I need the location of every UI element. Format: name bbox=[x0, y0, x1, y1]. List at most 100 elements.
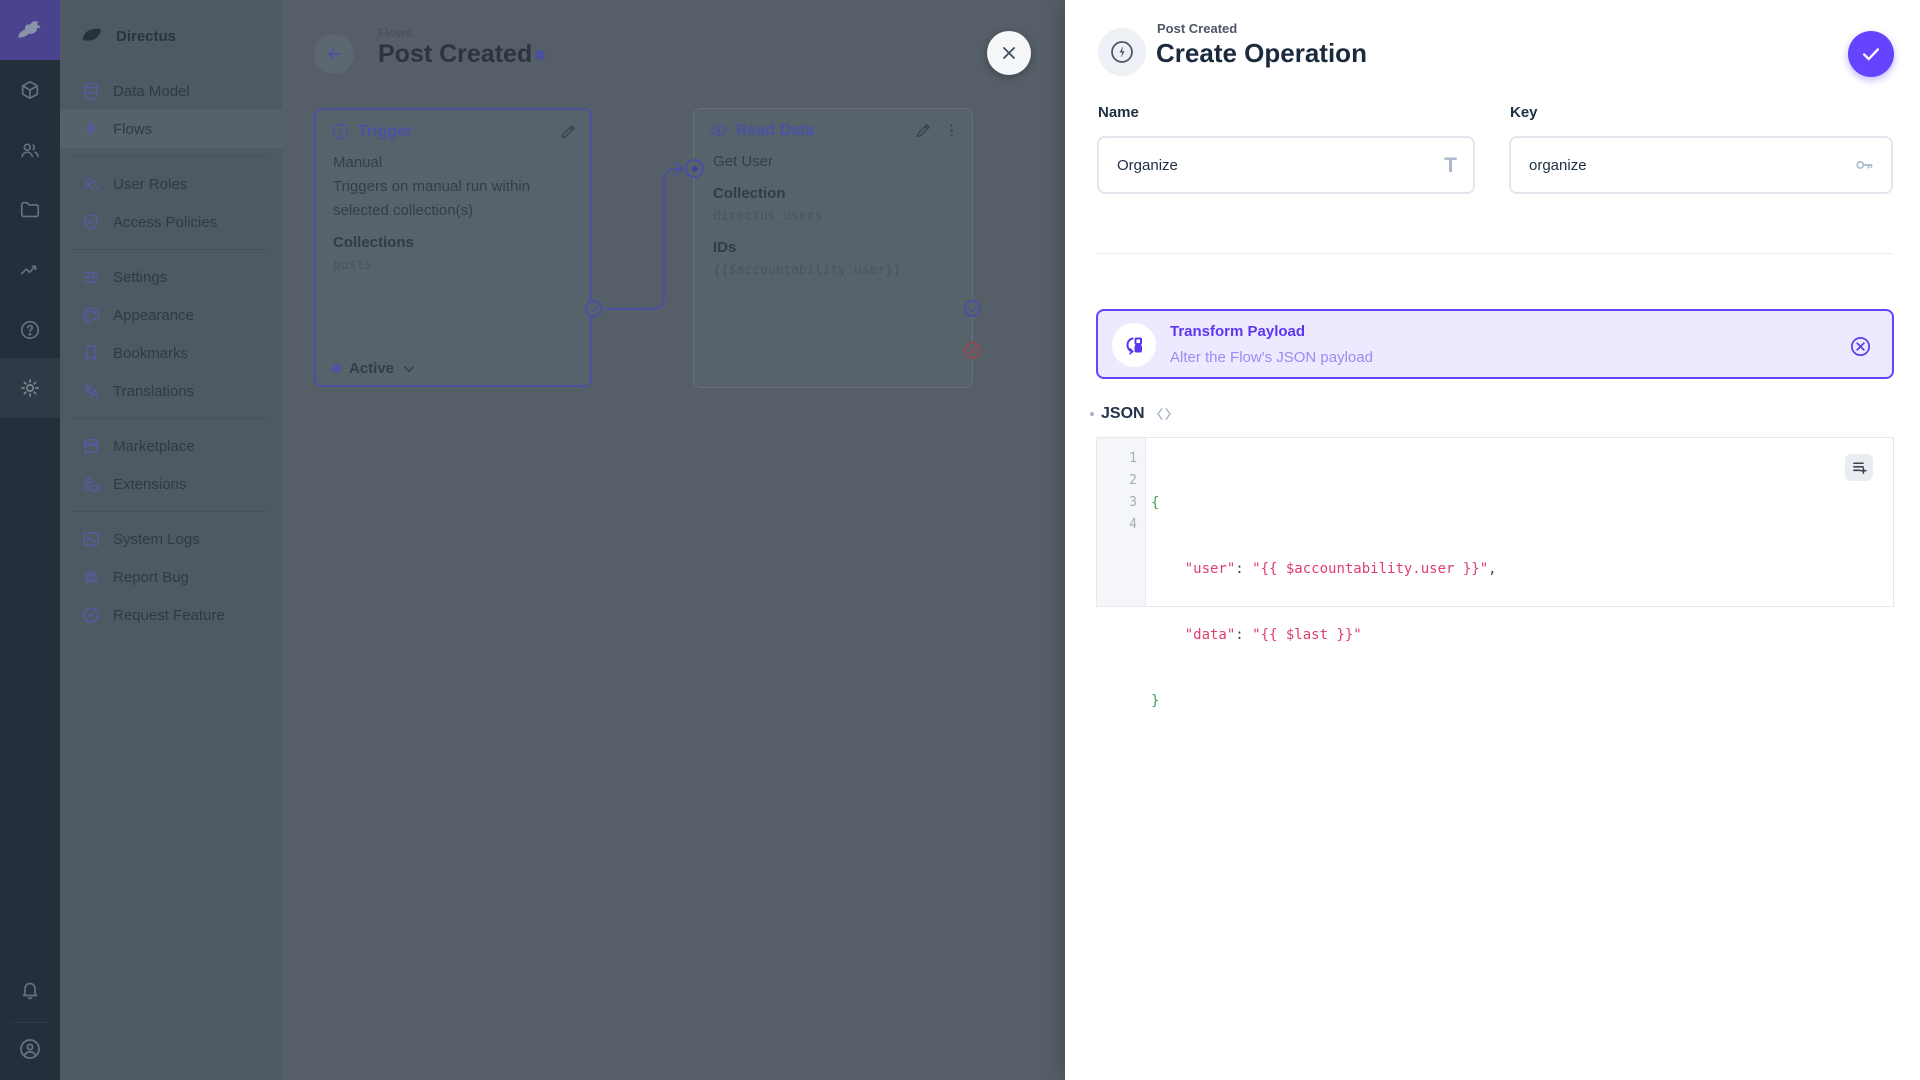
nav-item-label: Request Feature bbox=[113, 606, 225, 624]
cube-icon bbox=[21, 80, 39, 100]
back-button[interactable] bbox=[314, 34, 354, 74]
insights-module-button[interactable] bbox=[0, 240, 60, 300]
nav-item-label: Appearance bbox=[113, 306, 194, 324]
nav-divider bbox=[72, 511, 268, 512]
nav-item-settings[interactable]: Settings bbox=[60, 258, 282, 296]
nav-divider bbox=[72, 418, 268, 419]
code-line: "data": "{{ $last }}" bbox=[1151, 627, 1362, 643]
nav-item-label: Data Model bbox=[113, 82, 190, 100]
tune-icon bbox=[83, 270, 99, 285]
drawer-title: Create Operation bbox=[1156, 38, 1367, 68]
json-code-editor[interactable]: 1 2 3 4 { "user": "{{ $accountability.us… bbox=[1096, 437, 1894, 709]
save-operation-button[interactable] bbox=[1848, 31, 1894, 77]
banner-subtitle: Alter the Flow's JSON payload bbox=[1170, 349, 1373, 366]
nav-item-label: Flows bbox=[113, 120, 153, 138]
bell-icon bbox=[22, 982, 38, 1000]
trigger-resolve-node[interactable] bbox=[585, 300, 602, 317]
line-number-gutter: 1 2 3 4 bbox=[1097, 438, 1146, 606]
page-title: Post Created bbox=[378, 40, 533, 68]
nav-item-data-model[interactable]: Data Model bbox=[60, 72, 282, 110]
directus-logo-button[interactable] bbox=[0, 0, 60, 60]
edit-pencil-icon[interactable] bbox=[914, 121, 933, 140]
operation-reject-node[interactable] bbox=[964, 342, 981, 359]
flow-status-dot bbox=[535, 50, 545, 60]
user-menu-button[interactable] bbox=[0, 1019, 60, 1079]
operation-panel-read-data[interactable]: Read Data Get User Collection directus_u… bbox=[693, 108, 973, 388]
transform-payload-banner[interactable]: Transform Payload Alter the Flow's JSON … bbox=[1096, 309, 1894, 379]
code-content[interactable]: { "user": "{{ $accountability.user }}", … bbox=[1146, 438, 1893, 709]
edit-pencil-icon[interactable] bbox=[559, 122, 578, 141]
nav-item-request-feature[interactable]: Request Feature bbox=[60, 596, 282, 634]
drawer-eyebrow: Post Created bbox=[1157, 21, 1238, 36]
form-divider bbox=[1097, 253, 1893, 254]
content-module-button[interactable] bbox=[0, 60, 60, 120]
bookmark-icon bbox=[86, 345, 96, 361]
deselect-operation-button[interactable] bbox=[1849, 335, 1872, 358]
name-input[interactable] bbox=[1099, 156, 1445, 174]
trigger-description-line2: selected collection(s) bbox=[333, 202, 474, 219]
key-input[interactable] bbox=[1511, 156, 1853, 174]
operation-input-node[interactable] bbox=[685, 159, 704, 178]
code-line: "user": "{{ $accountability.user }}", bbox=[1151, 561, 1497, 577]
nav-item-extensions[interactable]: Extensions bbox=[60, 465, 282, 503]
project-header[interactable]: Directus bbox=[60, 0, 282, 54]
collections-value: posts bbox=[333, 258, 373, 273]
nav-item-flows[interactable]: Flows bbox=[60, 110, 282, 148]
nav-item-translations[interactable]: Translations bbox=[60, 372, 282, 410]
trigger-type: Manual bbox=[333, 154, 383, 171]
nav-item-report-bug[interactable]: Report Bug bbox=[60, 558, 282, 596]
transform-icon-avatar bbox=[1112, 323, 1156, 367]
chevron-down-icon bbox=[404, 366, 414, 372]
terminal-icon bbox=[83, 532, 99, 546]
nav-item-appearance[interactable]: Appearance bbox=[60, 296, 282, 334]
nav-item-system-logs[interactable]: System Logs bbox=[60, 520, 282, 558]
line-number: 4 bbox=[1129, 517, 1137, 532]
nav-item-label: Settings bbox=[113, 268, 168, 286]
cancel-circle-icon bbox=[1851, 337, 1870, 356]
more-options-icon[interactable] bbox=[943, 122, 960, 139]
flow-connector bbox=[604, 162, 684, 310]
active-status-label: Active bbox=[349, 360, 395, 377]
users-icon bbox=[83, 178, 99, 191]
trigger-panel-title: Trigger bbox=[358, 122, 413, 140]
module-rail bbox=[0, 0, 60, 1080]
badge-check-icon bbox=[82, 606, 100, 624]
directus-rabbit-icon bbox=[18, 21, 41, 38]
shield-icon bbox=[84, 213, 98, 230]
breadcrumb[interactable]: Flows bbox=[378, 26, 412, 40]
transform-icon bbox=[1126, 337, 1142, 355]
bolt-circle-icon bbox=[1111, 41, 1133, 63]
nav-item-marketplace[interactable]: Marketplace bbox=[60, 427, 282, 465]
nav-item-label: Marketplace bbox=[113, 437, 195, 455]
settings-module-button[interactable] bbox=[0, 358, 60, 418]
nav-item-bookmarks[interactable]: Bookmarks bbox=[60, 334, 282, 372]
users-module-button[interactable] bbox=[0, 120, 60, 180]
folder-icon bbox=[20, 201, 40, 218]
docs-module-button[interactable] bbox=[0, 300, 60, 360]
line-number: 2 bbox=[1129, 473, 1137, 488]
insert-template-button[interactable] bbox=[1845, 454, 1873, 481]
close-drawer-button[interactable] bbox=[987, 31, 1031, 75]
name-field: T bbox=[1097, 136, 1475, 194]
users-icon bbox=[21, 143, 39, 158]
nav-item-label: Extensions bbox=[113, 475, 187, 493]
shapes-icon bbox=[83, 476, 99, 492]
operation-resolve-node[interactable] bbox=[964, 300, 981, 317]
key-field bbox=[1509, 136, 1893, 194]
trigger-panel[interactable]: Trigger Manual Triggers on manual run wi… bbox=[314, 108, 592, 387]
collection-value: directus_users bbox=[713, 209, 823, 224]
flow-status-toggle[interactable]: Active bbox=[332, 360, 416, 377]
nav-item-label: Bookmarks bbox=[113, 344, 189, 362]
nav-item-user-roles[interactable]: User Roles bbox=[60, 165, 282, 203]
bolt-circle-icon bbox=[332, 123, 349, 140]
create-operation-drawer: Post Created Create Operation Name T Key… bbox=[1065, 0, 1920, 1080]
required-indicator bbox=[1090, 412, 1094, 416]
files-module-button[interactable] bbox=[0, 180, 60, 240]
nav-item-access-policies[interactable]: Access Policies bbox=[60, 203, 282, 241]
json-field-label: JSON bbox=[1101, 405, 1145, 422]
arrow-left-icon bbox=[328, 48, 341, 60]
notifications-button[interactable] bbox=[0, 960, 60, 1020]
json-field-header: JSON bbox=[1090, 405, 1173, 423]
close-icon bbox=[1003, 47, 1015, 59]
ids-label: IDs bbox=[713, 239, 737, 256]
